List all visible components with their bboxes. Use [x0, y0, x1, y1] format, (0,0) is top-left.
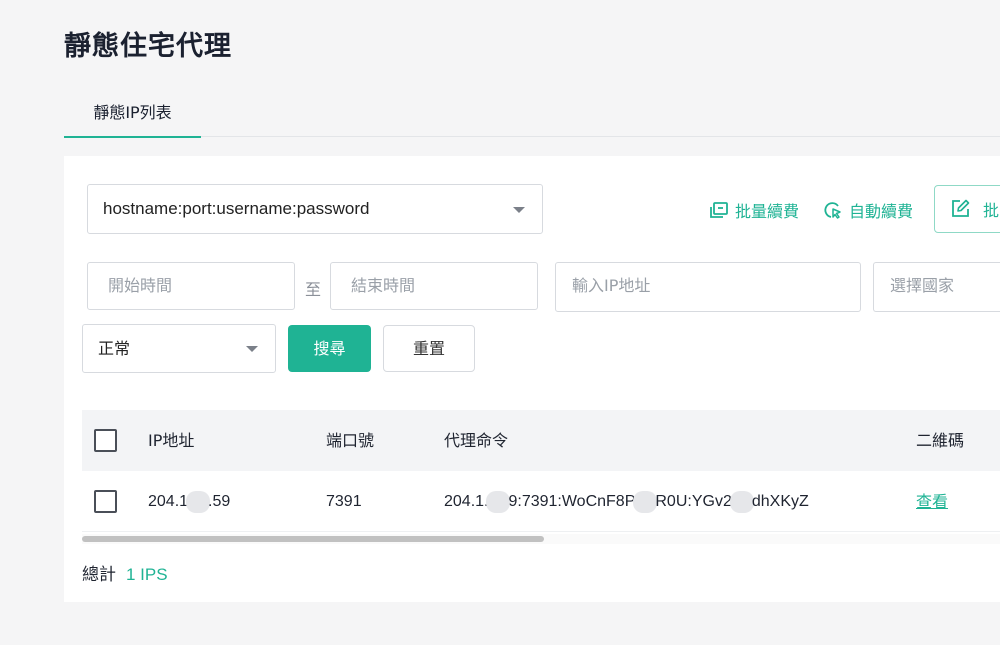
redaction-blur	[633, 490, 658, 513]
ip-table: IP地址 端口號 代理命令 二維碼 204.1 .59 7391 204.1. 9:…	[82, 410, 1000, 532]
main-card: hostname:port:username:password 批量續費 自動續…	[64, 156, 1000, 602]
end-time-input[interactable]: 結束時間	[330, 262, 538, 310]
ip-address-cell: 204.1 .59	[148, 471, 230, 532]
proxy-command-cell: 204.1. 9:7391:WoCnF8P R0U:YGv2 dhXKyZ	[444, 471, 809, 532]
format-select-value: hostname:port:username:password	[103, 199, 370, 218]
qrcode-cell: 查看	[916, 471, 948, 533]
total-count: 總計 1 IPS	[82, 560, 168, 585]
search-button[interactable]: 搜尋	[288, 325, 371, 372]
range-separator: 至	[305, 280, 322, 299]
ip-address-input[interactable]: 輸入IP地址	[555, 262, 861, 312]
select-all-checkbox[interactable]	[94, 429, 117, 452]
tab-bar: 靜態IP列表	[64, 92, 1000, 138]
batch-edit-label: 批	[983, 201, 1000, 220]
edit-icon	[952, 199, 970, 217]
proxy-command-part3: R0U:YGv2	[655, 493, 732, 510]
ip-address-end: .59	[208, 493, 231, 510]
page-title: 靜態住宅代理	[64, 31, 232, 62]
scrollbar-thumb[interactable]	[82, 536, 544, 542]
redaction-blur	[186, 490, 211, 513]
batch-renew-label: 批量續費	[735, 202, 800, 221]
redaction-blur	[486, 490, 511, 513]
proxy-command-part2: 9:7391:WoCnF8P	[508, 493, 636, 510]
country-select[interactable]: 選擇國家	[873, 262, 1000, 312]
column-header-proxy-command: 代理命令	[444, 431, 509, 450]
column-header-qrcode: 二維碼	[916, 431, 965, 450]
table-row: 204.1 .59 7391 204.1. 9:7391:WoCnF8P R0U:YG…	[82, 471, 1000, 532]
proxy-command-part4: dhXKyZ	[751, 493, 809, 510]
row-checkbox[interactable]	[94, 490, 117, 513]
batch-renew-icon	[710, 202, 728, 218]
status-select[interactable]: 正常	[82, 324, 276, 373]
auto-renew-button[interactable]: 自動續費	[822, 198, 913, 222]
column-header-ip: IP地址	[148, 431, 195, 450]
format-select[interactable]: hostname:port:username:password	[87, 184, 543, 234]
chevron-down-icon	[246, 346, 258, 352]
ip-address-start: 204.1	[148, 493, 189, 510]
start-time-input[interactable]: 開始時間	[87, 262, 295, 310]
horizontal-scrollbar[interactable]	[82, 534, 1000, 544]
proxy-command-part1: 204.1.	[444, 493, 489, 510]
chevron-down-icon	[513, 207, 525, 213]
redaction-blur	[729, 490, 754, 513]
auto-renew-icon	[824, 202, 841, 219]
batch-renew-button[interactable]: 批量續費	[708, 198, 799, 222]
table-header: IP地址 端口號 代理命令 二維碼	[82, 410, 1000, 471]
port-cell: 7391	[326, 493, 362, 510]
reset-button[interactable]: 重置	[383, 325, 475, 372]
status-select-value: 正常	[98, 339, 131, 358]
total-label: 總計	[82, 565, 116, 585]
auto-renew-label: 自動續費	[849, 202, 914, 221]
tab-static-ip-list[interactable]: 靜態IP列表	[64, 92, 201, 138]
column-header-port: 端口號	[326, 431, 375, 450]
view-qrcode-link[interactable]: 查看	[916, 492, 948, 511]
batch-edit-button[interactable]: 批	[934, 185, 1000, 233]
total-value: 1 IPS	[126, 565, 168, 584]
